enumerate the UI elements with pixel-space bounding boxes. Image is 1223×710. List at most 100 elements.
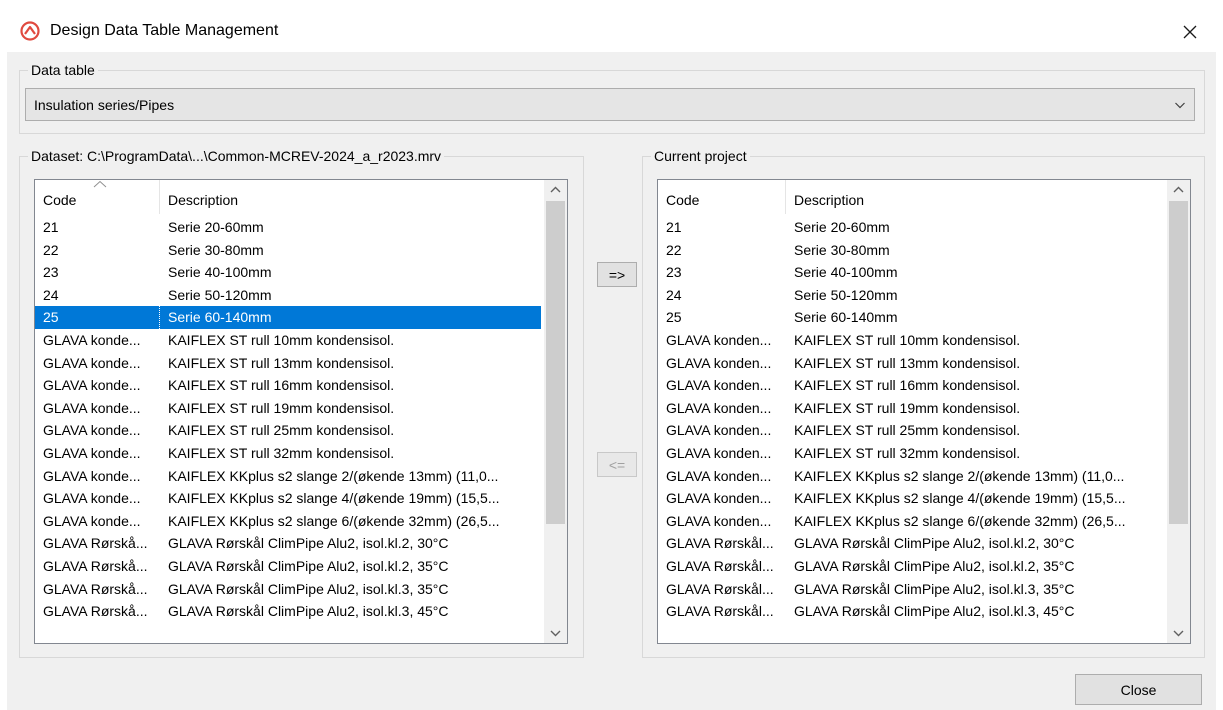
current-project-scrollbar-thumb[interactable] bbox=[1169, 201, 1188, 524]
row-code: GLAVA konden... bbox=[666, 331, 772, 348]
scroll-up-arrow-icon[interactable] bbox=[544, 180, 567, 200]
row-code: 21 bbox=[43, 219, 59, 235]
row-code: GLAVA konden... bbox=[666, 444, 772, 461]
table-row[interactable]: GLAVA konden... KAIFLEX KKplus s2 slange … bbox=[658, 487, 1164, 510]
table-row[interactable]: GLAVA konde... KAIFLEX ST rull 32mm konde… bbox=[35, 442, 541, 465]
table-row[interactable]: 23 Serie 40-100mm bbox=[35, 261, 541, 284]
table-row[interactable]: 24 Serie 50-120mm bbox=[35, 284, 541, 307]
row-code: GLAVA Rørskå... bbox=[43, 535, 148, 552]
chevron-down-icon[interactable] bbox=[1174, 100, 1186, 110]
table-row[interactable]: GLAVA konden... KAIFLEX KKplus s2 slange … bbox=[658, 465, 1164, 488]
table-row[interactable]: GLAVA konde... KAIFLEX ST rull 25mm konde… bbox=[35, 419, 541, 442]
row-code: GLAVA konden... bbox=[666, 512, 772, 529]
table-row[interactable]: GLAVA konde... KAIFLEX ST rull 16mm konde… bbox=[35, 374, 541, 397]
table-row[interactable]: 21 Serie 20-60mm bbox=[35, 216, 541, 239]
table-row[interactable]: GLAVA Rørskå... GLAVA Rørskål ClimPipe Al… bbox=[35, 532, 541, 555]
row-description: Serie 40-100mm bbox=[794, 264, 898, 281]
row-code: GLAVA konde... bbox=[43, 399, 141, 416]
row-description: GLAVA Rørskål ClimPipe Alu2, isol.kl.3, … bbox=[794, 580, 1075, 597]
row-code: GLAVA konde... bbox=[43, 377, 141, 394]
table-row[interactable]: GLAVA konde... KAIFLEX ST rull 13mm konde… bbox=[35, 352, 541, 375]
title-bar: Design Data Table Management bbox=[0, 0, 1223, 50]
row-description: KAIFLEX KKplus s2 slange 4/(økende 19mm)… bbox=[794, 490, 1126, 507]
column-header-description-label: Description bbox=[168, 192, 239, 208]
row-description: KAIFLEX KKplus s2 slange 2/(økende 13mm)… bbox=[794, 467, 1125, 484]
table-row[interactable]: 21 Serie 20-60mm bbox=[658, 216, 1164, 239]
scroll-down-arrow-icon[interactable] bbox=[1167, 623, 1190, 643]
row-code: GLAVA Rørskå... bbox=[43, 580, 148, 597]
table-row[interactable]: GLAVA Rørskål... GLAVA Rørskål ClimPipe A… bbox=[658, 578, 1164, 601]
dataset-scrollbar-thumb[interactable] bbox=[546, 201, 565, 524]
table-row[interactable]: 25 Serie 60-140mm bbox=[658, 306, 1164, 329]
data-table-dropdown[interactable]: Insulation series/Pipes bbox=[25, 88, 1195, 121]
row-description: KAIFLEX ST rull 10mm kondensisol. bbox=[794, 331, 1021, 348]
table-row[interactable]: GLAVA konden... KAIFLEX ST rull 10mm kond… bbox=[658, 329, 1164, 352]
row-description: GLAVA Rørskål ClimPipe Alu2, isol.kl.3, … bbox=[168, 603, 449, 620]
row-description: KAIFLEX ST rull 32mm kondensisol. bbox=[794, 444, 1021, 461]
data-table-group: Data table Insulation series/Pipes bbox=[19, 61, 1205, 134]
column-header-code-label: Code bbox=[43, 192, 77, 208]
row-description: KAIFLEX ST rull 25mm kondensisol. bbox=[168, 422, 395, 439]
table-row[interactable]: GLAVA konde... KAIFLEX ST rull 19mm konde… bbox=[35, 397, 541, 420]
close-button[interactable]: Close bbox=[1075, 674, 1202, 705]
row-code: GLAVA Rørskå... bbox=[43, 557, 148, 574]
column-header-code[interactable]: Code bbox=[658, 180, 786, 214]
column-header-code[interactable]: Code bbox=[35, 180, 160, 214]
dataset-list[interactable]: Code Description 21 Serie 20-60mm 22 Serie … bbox=[34, 179, 568, 644]
dialog-client-area: Data table Insulation series/Pipes Datas… bbox=[7, 52, 1216, 710]
current-project-list[interactable]: Code Description 21 Serie 20-60mm 22 Serie … bbox=[657, 179, 1191, 644]
table-row[interactable]: 25 Serie 60-140mm bbox=[35, 306, 541, 329]
table-row[interactable]: 22 Serie 30-80mm bbox=[35, 239, 541, 262]
row-description: KAIFLEX ST rull 16mm kondensisol. bbox=[168, 377, 395, 394]
row-code: 25 bbox=[35, 306, 160, 329]
row-code: GLAVA konden... bbox=[666, 467, 772, 484]
table-row[interactable]: GLAVA konden... KAIFLEX ST rull 25mm kond… bbox=[658, 419, 1164, 442]
row-code: GLAVA konde... bbox=[43, 354, 141, 371]
row-description: KAIFLEX ST rull 32mm kondensisol. bbox=[168, 444, 395, 461]
row-code: GLAVA konde... bbox=[43, 422, 141, 439]
column-header-description[interactable]: Description bbox=[786, 180, 1164, 214]
table-row[interactable]: GLAVA konden... KAIFLEX ST rull 32mm kond… bbox=[658, 442, 1164, 465]
scroll-up-arrow-icon[interactable] bbox=[1167, 180, 1190, 200]
row-code: 21 bbox=[666, 219, 682, 235]
table-row[interactable]: GLAVA konden... KAIFLEX ST rull 19mm kond… bbox=[658, 397, 1164, 420]
table-row[interactable]: GLAVA konden... KAIFLEX ST rull 13mm kond… bbox=[658, 352, 1164, 375]
column-header-description[interactable]: Description bbox=[160, 180, 540, 214]
scroll-down-arrow-icon[interactable] bbox=[544, 623, 567, 643]
table-row[interactable]: GLAVA Rørskå... GLAVA Rørskål ClimPipe Al… bbox=[35, 600, 541, 623]
row-code: GLAVA Rørskål... bbox=[666, 580, 774, 597]
table-row[interactable]: GLAVA konde... KAIFLEX KKplus s2 slange 2… bbox=[35, 465, 541, 488]
window-title: Design Data Table Management bbox=[50, 22, 279, 39]
row-description: KAIFLEX KKplus s2 slange 4/(økende 19mm)… bbox=[168, 490, 500, 507]
row-description: KAIFLEX ST rull 16mm kondensisol. bbox=[794, 377, 1021, 394]
close-icon[interactable] bbox=[1176, 18, 1204, 46]
dataset-scrollbar[interactable] bbox=[544, 180, 567, 643]
row-description: Serie 20-60mm bbox=[168, 219, 264, 235]
table-row[interactable]: GLAVA konde... KAIFLEX ST rull 10mm konde… bbox=[35, 329, 541, 352]
table-row[interactable]: GLAVA Rørskål... GLAVA Rørskål ClimPipe A… bbox=[658, 555, 1164, 578]
table-row[interactable]: GLAVA konden... KAIFLEX KKplus s2 slange … bbox=[658, 510, 1164, 533]
row-description: KAIFLEX KKplus s2 slange 6/(økende 32mm)… bbox=[168, 512, 500, 529]
row-code: GLAVA Rørskål... bbox=[666, 557, 774, 574]
table-row[interactable]: GLAVA Rørskå... GLAVA Rørskål ClimPipe Al… bbox=[35, 578, 541, 601]
table-row[interactable]: GLAVA Rørskå... GLAVA Rørskål ClimPipe Al… bbox=[35, 555, 541, 578]
table-row[interactable]: GLAVA konde... KAIFLEX KKplus s2 slange 4… bbox=[35, 487, 541, 510]
current-project-scrollbar[interactable] bbox=[1167, 180, 1190, 643]
copy-to-project-button[interactable]: => bbox=[597, 262, 637, 287]
table-row[interactable]: GLAVA konden... KAIFLEX ST rull 16mm kond… bbox=[658, 374, 1164, 397]
row-description: Serie 40-100mm bbox=[168, 264, 272, 281]
table-row[interactable]: 23 Serie 40-100mm bbox=[658, 261, 1164, 284]
row-description: Serie 50-120mm bbox=[168, 286, 272, 303]
table-row[interactable]: GLAVA Rørskål... GLAVA Rørskål ClimPipe A… bbox=[658, 600, 1164, 623]
dataset-group: Dataset: C:\ProgramData\...\Common-MCREV… bbox=[19, 147, 584, 658]
row-description: GLAVA Rørskål ClimPipe Alu2, isol.kl.2, … bbox=[794, 557, 1075, 574]
copy-to-dataset-button[interactable]: <= bbox=[597, 452, 637, 477]
row-description: KAIFLEX KKplus s2 slange 6/(økende 32mm)… bbox=[794, 512, 1126, 529]
table-row[interactable]: 22 Serie 30-80mm bbox=[658, 239, 1164, 262]
table-row[interactable]: 24 Serie 50-120mm bbox=[658, 284, 1164, 307]
table-row[interactable]: GLAVA Rørskål... GLAVA Rørskål ClimPipe A… bbox=[658, 532, 1164, 555]
table-row[interactable]: GLAVA konde... KAIFLEX KKplus s2 slange 6… bbox=[35, 510, 541, 533]
current-project-label: Current project bbox=[651, 147, 750, 165]
row-description: KAIFLEX ST rull 10mm kondensisol. bbox=[168, 331, 395, 348]
row-description: GLAVA Rørskål ClimPipe Alu2, isol.kl.2, … bbox=[794, 535, 1075, 552]
